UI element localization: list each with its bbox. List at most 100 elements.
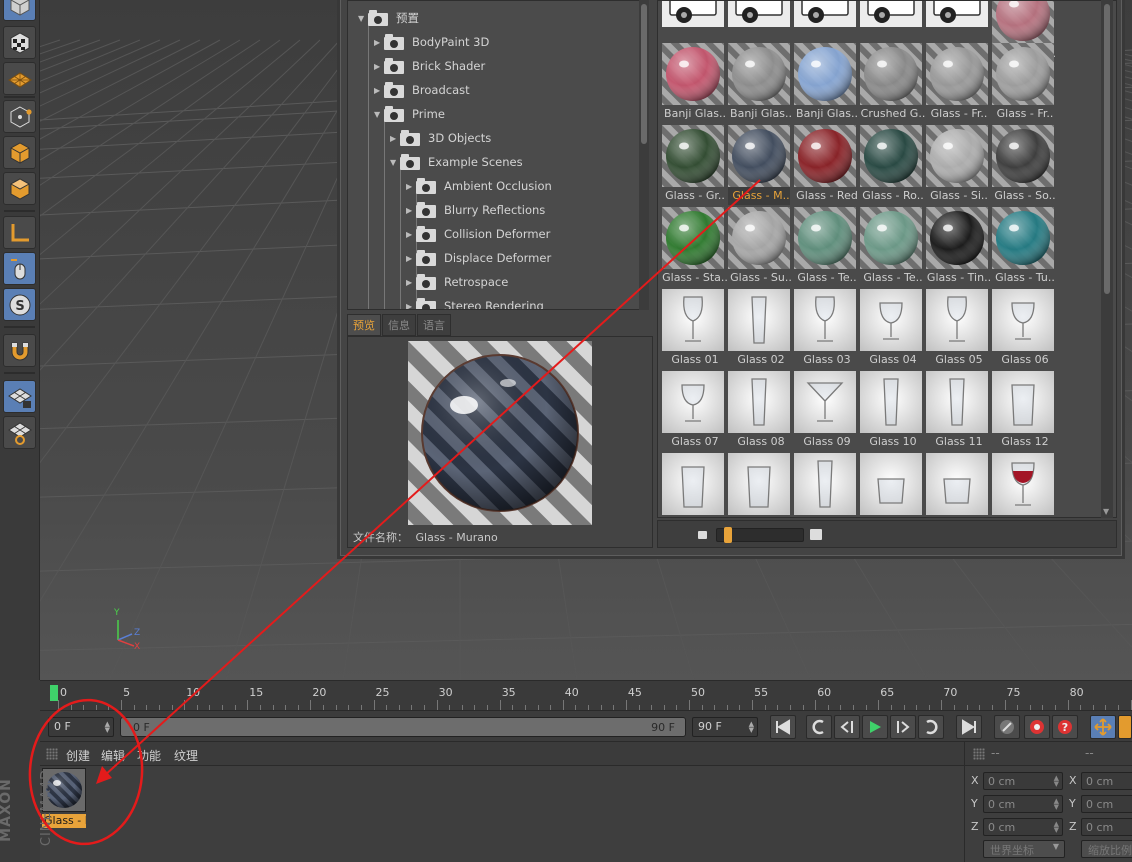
material-thumbnail[interactable]: Glass - Ro.. bbox=[860, 125, 924, 205]
expanded-arrow-icon[interactable]: ▼ bbox=[390, 158, 400, 167]
menu-create[interactable]: 创建 bbox=[66, 747, 90, 764]
tree-item[interactable]: ▶ Broadcast bbox=[374, 79, 470, 101]
go-to-end-button[interactable] bbox=[956, 715, 982, 739]
material-thumbnail[interactable]: Glass 01 bbox=[662, 289, 724, 369]
next-frame-button[interactable] bbox=[890, 715, 916, 739]
size-field[interactable]: 0 cm bbox=[1081, 772, 1132, 790]
position-field[interactable]: 0 cm ▲ ▼ bbox=[983, 795, 1063, 813]
material-thumbnail[interactable] bbox=[992, 453, 1054, 517]
material-thumbnail[interactable]: Glass 11 bbox=[926, 371, 988, 451]
material-thumbnail[interactable] bbox=[926, 453, 988, 517]
tab-info[interactable]: 信息 bbox=[382, 314, 416, 336]
tree-item[interactable]: ▼ 预置 bbox=[358, 7, 419, 29]
position-key-button[interactable] bbox=[1090, 715, 1116, 739]
menu-texture[interactable]: 纹理 bbox=[174, 747, 198, 764]
material-thumbnail[interactable]: Glass - Tu.. bbox=[992, 207, 1055, 287]
start-frame-field[interactable]: 0 F ▲ ▼ bbox=[48, 717, 114, 737]
material-thumbnail[interactable]: Glass - Tin.. bbox=[926, 207, 991, 287]
material-thumbnail[interactable]: Banji Glas.. bbox=[662, 43, 726, 123]
material-thumbnail[interactable] bbox=[860, 453, 922, 517]
material-thumbnail[interactable]: Glass 04 bbox=[860, 289, 922, 369]
tree-item[interactable]: ▶ Ambient Occlusion bbox=[406, 175, 552, 197]
material-thumbnail[interactable]: Glass 09 bbox=[794, 371, 856, 451]
collapsed-arrow-icon[interactable]: ▶ bbox=[406, 302, 416, 310]
menu-edit[interactable]: 编辑 bbox=[101, 747, 125, 764]
collapsed-arrow-icon[interactable]: ▶ bbox=[406, 182, 416, 191]
material-thumbnail[interactable]: Glass 05 bbox=[926, 289, 988, 369]
material-thumbnail[interactable]: Crushed G.. bbox=[860, 43, 925, 123]
tab-preview[interactable]: 预览 bbox=[347, 314, 381, 336]
material-thumbnail[interactable] bbox=[728, 453, 790, 517]
previous-key-button[interactable] bbox=[806, 715, 832, 739]
coordinate-system-dropdown[interactable]: 世界坐标 ▼ bbox=[983, 840, 1065, 858]
material-thumbnail[interactable]: Glass - Te.. bbox=[860, 207, 923, 287]
tree-item[interactable]: ▶ 3D Objects bbox=[390, 127, 491, 149]
frame-range-slider[interactable]: 0 F 90 F bbox=[120, 717, 686, 737]
tab-language[interactable]: 语言 bbox=[417, 314, 451, 336]
edges-mode-button[interactable] bbox=[3, 136, 36, 169]
tree-item[interactable]: ▼ Prime bbox=[374, 103, 445, 125]
material-thumbnail[interactable] bbox=[662, 453, 724, 517]
material-thumbnail[interactable]: Glass - Te.. bbox=[794, 207, 857, 287]
material-thumbnail[interactable]: Glass - Fr.. bbox=[992, 43, 1054, 123]
panel-grip-icon[interactable] bbox=[973, 748, 985, 760]
panel-grip-icon[interactable] bbox=[46, 748, 58, 760]
scale-mode-dropdown[interactable]: 缩放比例 bbox=[1081, 840, 1132, 858]
menu-function[interactable]: 功能 bbox=[137, 747, 161, 764]
timeline-ruler[interactable]: 0510152025303540455055606570758085 bbox=[40, 680, 1132, 710]
material-thumbnail[interactable]: Banji Glas.. bbox=[728, 43, 792, 123]
end-frame-field[interactable]: 90 F ▲ ▼ bbox=[692, 717, 758, 737]
material-thumbnail[interactable]: Glass - Su.. bbox=[728, 207, 792, 287]
expanded-arrow-icon[interactable]: ▼ bbox=[374, 110, 384, 119]
model-mode-button[interactable] bbox=[3, 0, 36, 21]
tree-item[interactable]: ▶ Displace Deformer bbox=[406, 247, 551, 269]
record-keys-button[interactable] bbox=[994, 715, 1020, 739]
material-thumbnail[interactable]: Glass 06 bbox=[992, 289, 1054, 369]
zoom-slider-handle[interactable] bbox=[724, 527, 732, 543]
material-thumbnail[interactable]: Glass - So.. bbox=[992, 125, 1056, 205]
previous-frame-button[interactable] bbox=[834, 715, 860, 739]
key-selection-button[interactable]: ? bbox=[1052, 715, 1078, 739]
expanded-arrow-icon[interactable]: ▼ bbox=[358, 14, 368, 23]
points-mode-button[interactable] bbox=[3, 100, 36, 133]
material-thumbnail[interactable]: Banji Glas.. bbox=[794, 43, 858, 123]
lock-workplane-button[interactable] bbox=[3, 380, 36, 413]
collapsed-arrow-icon[interactable]: ▶ bbox=[374, 86, 384, 95]
grid-scrollbar[interactable]: ▼ bbox=[1101, 0, 1113, 518]
axis-mode-button[interactable] bbox=[3, 216, 36, 249]
tree-item[interactable]: ▶ Brick Shader bbox=[374, 55, 485, 77]
collapsed-arrow-icon[interactable]: ▶ bbox=[390, 134, 400, 143]
tree-scrollbar[interactable] bbox=[639, 0, 649, 310]
playhead-marker[interactable] bbox=[50, 685, 58, 701]
tree-item[interactable]: ▶ Stereo Rendering bbox=[406, 295, 544, 310]
material-thumbnail[interactable] bbox=[794, 453, 856, 517]
material-thumbnail[interactable]: Glass - Red bbox=[794, 125, 858, 205]
tree-item[interactable]: ▶ Retrospace bbox=[406, 271, 508, 293]
workplane-mode-button[interactable] bbox=[3, 62, 36, 95]
material-thumbnail[interactable]: Glass 10 bbox=[860, 371, 922, 451]
collapsed-arrow-icon[interactable]: ▶ bbox=[406, 278, 416, 287]
material-thumbnail[interactable]: Glass - M.. bbox=[728, 125, 790, 205]
collapsed-arrow-icon[interactable]: ▶ bbox=[374, 38, 384, 47]
material-thumbnail[interactable]: Glass - Fr.. bbox=[926, 43, 988, 123]
small-thumbnail-icon[interactable] bbox=[698, 531, 707, 539]
tree-item[interactable]: ▶ Blurry Reflections bbox=[406, 199, 545, 221]
large-thumbnail-icon[interactable] bbox=[810, 529, 822, 540]
size-field[interactable]: 0 cm bbox=[1081, 795, 1132, 813]
tree-item[interactable]: ▶ Collision Deformer bbox=[406, 223, 550, 245]
material-thumbnail[interactable]: Glass 07 bbox=[662, 371, 724, 451]
collapsed-arrow-icon[interactable]: ▶ bbox=[374, 62, 384, 71]
position-field[interactable]: 0 cm ▲ ▼ bbox=[983, 818, 1063, 836]
snap-button[interactable]: S bbox=[3, 288, 36, 321]
planar-workplane-button[interactable] bbox=[3, 416, 36, 449]
size-field[interactable]: 0 cm bbox=[1081, 818, 1132, 836]
play-button[interactable] bbox=[862, 715, 888, 739]
material-thumbnail[interactable]: Glass 12 bbox=[992, 371, 1054, 451]
material-thumbnail[interactable]: Glass 02 bbox=[728, 289, 790, 369]
scale-key-button[interactable] bbox=[1118, 715, 1132, 739]
material-thumbnail[interactable]: Glass - Si.. bbox=[926, 125, 988, 205]
material-thumbnail[interactable]: Glass 03 bbox=[794, 289, 856, 369]
texture-mode-button[interactable] bbox=[3, 26, 36, 59]
next-key-button[interactable] bbox=[918, 715, 944, 739]
position-field[interactable]: 0 cm ▲ ▼ bbox=[983, 772, 1063, 790]
